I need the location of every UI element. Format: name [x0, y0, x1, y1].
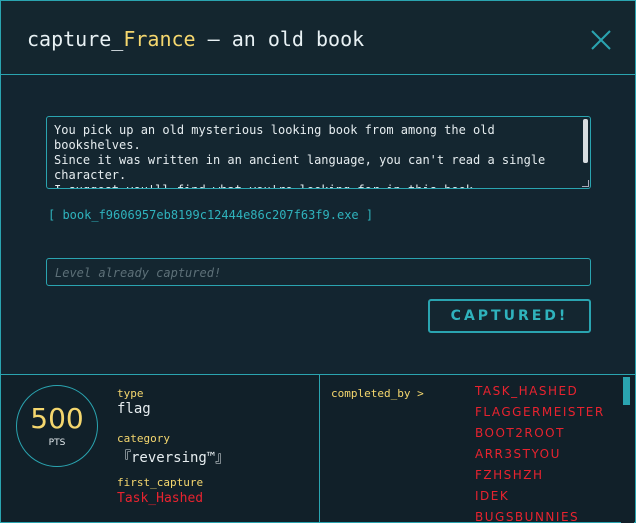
solver-item[interactable]: FZHSHZH: [475, 468, 615, 489]
modal-footer: 500 PTS type flag category 『reversing™』 …: [1, 374, 635, 523]
first-capture-label: first_capture: [117, 476, 204, 489]
solver-item[interactable]: FLAGGERMEISTER: [475, 405, 615, 426]
solvers-list: TASK_HASHED FLAGGERMEISTER BOOT2ROOT ARR…: [475, 384, 615, 523]
description-textarea[interactable]: You pick up an old mysterious looking bo…: [46, 116, 591, 189]
title-country: France: [123, 27, 196, 51]
challenge-modal: capture_France – an old book You pick up…: [0, 0, 636, 523]
points-badge: 500 PTS: [16, 385, 98, 467]
points-value: 500: [30, 402, 84, 435]
first-capture-value: Task_Hashed: [117, 491, 204, 506]
title-suffix: – an old book: [195, 27, 365, 51]
flag-input-placeholder: Level already captured!: [55, 266, 222, 280]
solver-item[interactable]: BUGSBUNNIES: [475, 510, 615, 523]
solver-item[interactable]: IDEK: [475, 489, 615, 510]
close-icon[interactable]: [589, 28, 613, 52]
modal-header: capture_France – an old book: [1, 1, 635, 75]
modal-body: You pick up an old mysterious looking bo…: [1, 76, 635, 374]
category-value: 『reversing™』: [117, 450, 230, 466]
download-file-link[interactable]: [ book_f9606957eb8199c12444e86c207f63f9.…: [48, 208, 373, 222]
title-prefix: capture_: [27, 27, 124, 51]
description-scrollbar[interactable]: [583, 119, 588, 163]
completed-by-label: completed_by >: [331, 387, 424, 400]
points-unit: PTS: [48, 438, 66, 448]
solvers-scroll-thumb[interactable]: [623, 377, 630, 405]
captured-button[interactable]: CAPTURED!: [428, 299, 591, 333]
flag-input[interactable]: Level already captured!: [46, 258, 591, 286]
resize-grip-icon[interactable]: [582, 180, 589, 187]
type-value: flag: [117, 401, 151, 417]
solver-item[interactable]: TASK_HASHED: [475, 384, 615, 405]
type-label: type: [117, 387, 144, 400]
solvers-scrollbar[interactable]: [621, 375, 634, 523]
modal-title: capture_France – an old book: [27, 27, 364, 51]
solver-item[interactable]: BOOT2ROOT: [475, 426, 615, 447]
category-label: category: [117, 432, 170, 445]
solver-item[interactable]: ARR3STYOU: [475, 447, 615, 468]
footer-divider: [319, 375, 320, 523]
description-text: You pick up an old mysterious looking bo…: [54, 123, 546, 188]
